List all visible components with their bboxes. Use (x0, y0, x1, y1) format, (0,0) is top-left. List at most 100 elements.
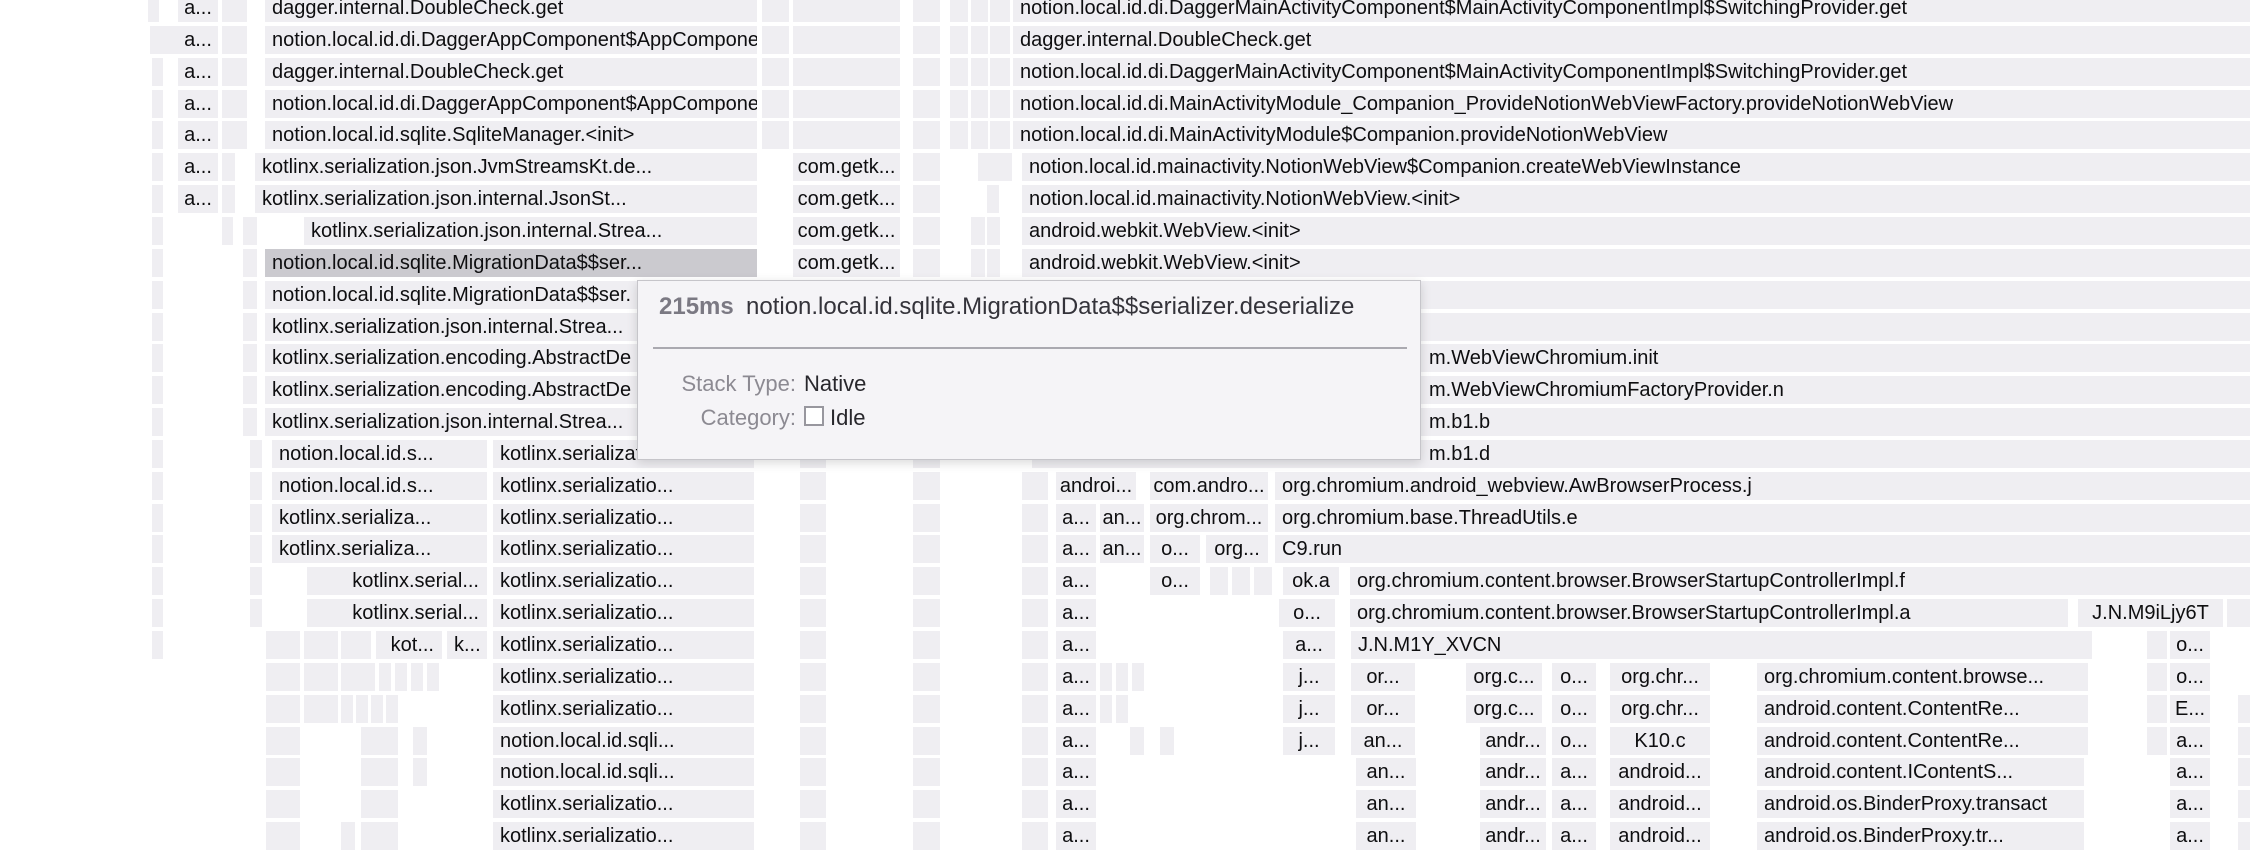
stack-frame[interactable]: a... (1056, 822, 1096, 850)
stack-frame[interactable]: android.content.ContentRe... (1757, 695, 2088, 723)
stack-frame[interactable] (152, 249, 163, 277)
stack-frame[interactable] (800, 758, 826, 786)
stack-frame[interactable] (243, 376, 257, 404)
stack-frame[interactable]: notion.local.id.di.MainActivityModule$Co… (1013, 121, 2250, 149)
stack-frame[interactable]: andr... (1480, 822, 1546, 850)
stack-frame[interactable] (987, 217, 1000, 245)
stack-frame[interactable] (2238, 822, 2250, 850)
stack-frame[interactable] (793, 58, 900, 86)
stack-frame[interactable] (800, 504, 826, 532)
stack-frame[interactable]: an... (1356, 790, 1416, 818)
stack-frame[interactable] (971, 58, 988, 86)
stack-frame[interactable]: notion.local.id.di.DaggerMainActivityCom… (1013, 0, 2250, 22)
stack-frame[interactable] (152, 535, 163, 563)
stack-frame[interactable] (913, 185, 940, 213)
stack-frame[interactable]: notion.local.id.s... (272, 472, 487, 500)
stack-frame[interactable] (1254, 567, 1272, 595)
stack-frame[interactable] (1022, 790, 1048, 818)
stack-frame[interactable] (2238, 695, 2250, 723)
stack-frame[interactable]: android.os.BinderProxy.transact (1757, 790, 2084, 818)
stack-frame[interactable] (152, 217, 163, 245)
stack-frame[interactable] (800, 472, 826, 500)
stack-frame[interactable] (950, 0, 968, 22)
stack-frame[interactable] (971, 26, 988, 54)
stack-frame[interactable] (1022, 727, 1048, 755)
stack-frame[interactable]: kotlinx.serializatio... (493, 663, 754, 691)
stack-frame[interactable] (361, 727, 398, 755)
stack-frame[interactable] (361, 822, 398, 850)
stack-frame[interactable]: andr... (1480, 727, 1546, 755)
stack-frame[interactable]: org.chromium.base.ThreadUtils.e (1275, 504, 2250, 532)
stack-frame[interactable]: o... (1279, 599, 1335, 627)
stack-frame[interactable] (411, 663, 423, 691)
stack-frame[interactable] (356, 695, 368, 723)
stack-frame[interactable] (152, 631, 163, 659)
stack-frame[interactable] (222, 153, 235, 181)
stack-frame[interactable] (913, 153, 940, 181)
stack-frame[interactable] (2147, 631, 2167, 659)
stack-frame[interactable]: a... (1056, 758, 1096, 786)
stack-frame[interactable]: kotlinx.serializatio... (493, 504, 754, 532)
stack-frame[interactable]: org.chr... (1610, 695, 1710, 723)
stack-frame[interactable] (152, 121, 163, 149)
stack-frame[interactable] (243, 249, 257, 277)
stack-frame[interactable]: a... (178, 185, 218, 213)
stack-frame[interactable]: a... (178, 90, 218, 118)
stack-frame[interactable]: j... (1283, 695, 1335, 723)
stack-frame[interactable]: an... (1100, 535, 1144, 563)
stack-frame[interactable]: a... (1056, 695, 1096, 723)
stack-frame[interactable]: notion.local.id.mainactivity.NotionWebVi… (1022, 153, 2250, 181)
stack-frame[interactable] (427, 663, 439, 691)
stack-frame[interactable] (913, 58, 940, 86)
stack-frame[interactable]: a... (1056, 663, 1096, 691)
stack-frame[interactable]: a... (1056, 599, 1096, 627)
stack-frame[interactable]: kotlinx.serializatio... (493, 790, 754, 818)
stack-frame[interactable] (341, 695, 353, 723)
stack-frame[interactable]: org.chr... (1610, 663, 1710, 691)
stack-frame[interactable] (1022, 535, 1048, 563)
stack-frame[interactable] (152, 408, 163, 436)
stack-frame[interactable] (152, 58, 163, 86)
stack-frame[interactable] (950, 121, 968, 149)
stack-frame[interactable]: com.getk... (793, 153, 900, 181)
stack-frame[interactable]: andr... (1480, 790, 1546, 818)
stack-frame[interactable] (2147, 727, 2167, 755)
stack-frame[interactable]: notion.local.id.di.DaggerAppComponent$Ap… (265, 90, 757, 118)
stack-frame[interactable] (152, 313, 163, 341)
stack-frame[interactable]: android.webkit.WebView.<init> (1022, 217, 2250, 245)
stack-frame[interactable] (395, 663, 407, 691)
stack-frame[interactable]: kotlinx.serializatio... (493, 535, 754, 563)
stack-frame[interactable]: notion.local.id.mainactivity.NotionWebVi… (1022, 185, 2250, 213)
stack-frame[interactable]: kotlinx.serializa... (272, 535, 487, 563)
stack-frame[interactable] (1022, 631, 1048, 659)
stack-frame[interactable] (793, 121, 900, 149)
stack-frame[interactable] (250, 504, 262, 532)
stack-frame[interactable]: notion.local.id.sqli... (493, 727, 754, 755)
stack-frame[interactable] (800, 727, 826, 755)
stack-frame[interactable] (990, 121, 1010, 149)
stack-frame[interactable] (913, 472, 940, 500)
stack-frame[interactable] (990, 58, 1010, 86)
stack-frame[interactable] (152, 376, 163, 404)
stack-frame[interactable]: o... (1552, 663, 1596, 691)
stack-frame[interactable] (971, 121, 988, 149)
stack-frame[interactable]: a... (2170, 758, 2210, 786)
stack-frame[interactable] (913, 695, 940, 723)
stack-frame[interactable] (1022, 567, 1048, 595)
stack-frame[interactable] (950, 90, 968, 118)
stack-frame[interactable]: a... (1056, 535, 1096, 563)
stack-frame[interactable] (762, 58, 789, 86)
stack-frame[interactable] (1232, 567, 1250, 595)
stack-frame[interactable] (971, 217, 985, 245)
stack-frame[interactable] (913, 0, 940, 22)
stack-frame[interactable] (913, 90, 940, 118)
stack-frame[interactable] (1100, 695, 1112, 723)
stack-frame[interactable]: a... (1283, 631, 1335, 659)
stack-frame[interactable]: dagger.internal.DoubleCheck.get (265, 58, 757, 86)
stack-frame[interactable]: kotlinx.serializatio... (493, 822, 754, 850)
stack-frame[interactable] (913, 567, 940, 595)
stack-frame[interactable] (152, 472, 163, 500)
stack-frame[interactable] (250, 472, 262, 500)
stack-frame[interactable] (222, 26, 247, 54)
stack-frame[interactable] (1210, 567, 1228, 595)
